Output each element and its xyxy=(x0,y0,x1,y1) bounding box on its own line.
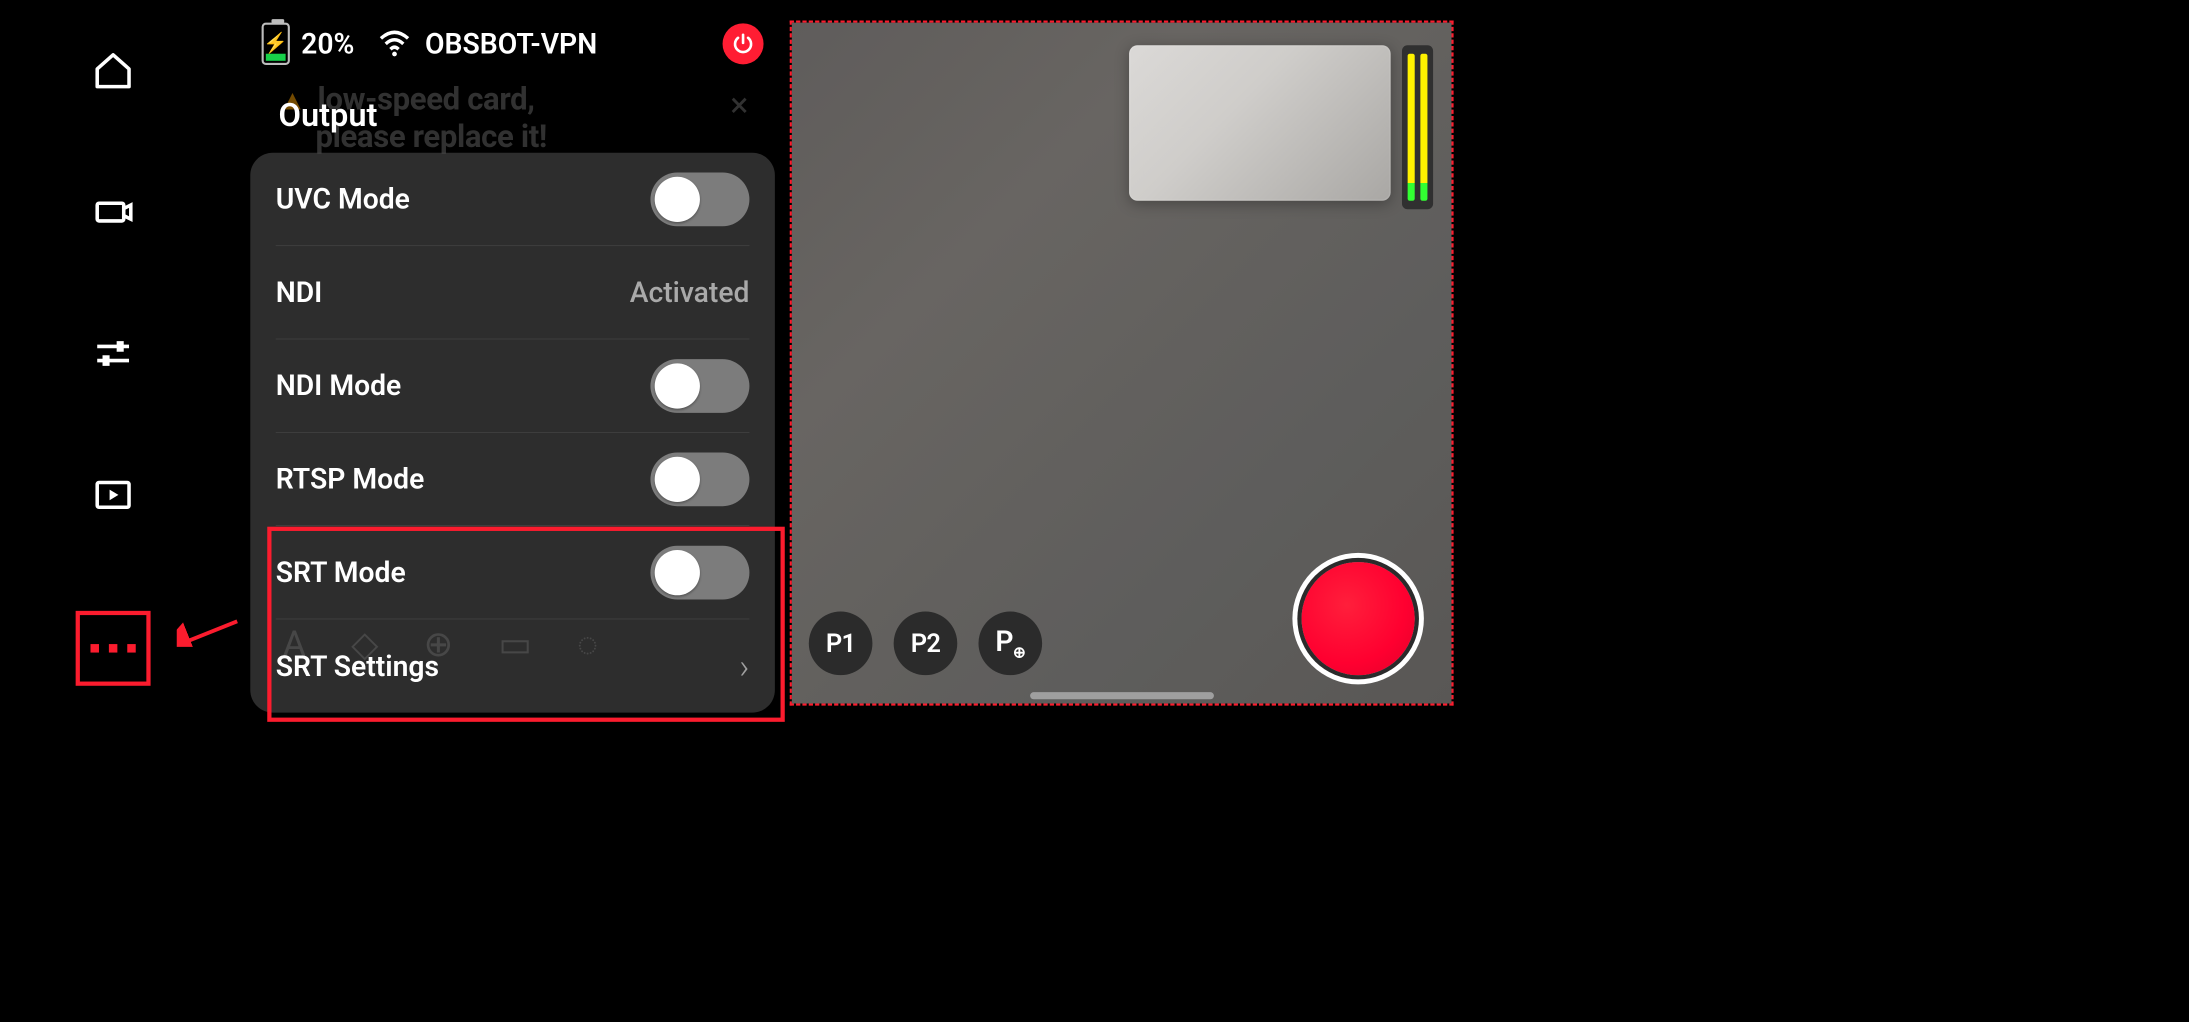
power-button[interactable] xyxy=(723,23,764,64)
home-indicator xyxy=(1030,692,1214,699)
audio-level-meter xyxy=(1402,45,1433,209)
row-label: RTSP Mode xyxy=(276,462,425,495)
output-settings-panel: ⚡ 20% OBSBOT-VPN ▲low-speed card, please… xyxy=(240,17,784,707)
sidebar-camera[interactable] xyxy=(71,170,156,255)
row-label: SRT Settings xyxy=(276,649,439,682)
ndi-status: Activated xyxy=(630,276,750,309)
section-title: Output xyxy=(279,96,785,134)
battery-icon: ⚡ xyxy=(262,23,290,65)
camera-preview[interactable]: P1 P2 P⊕ xyxy=(792,23,1452,704)
preset-2[interactable]: P2 xyxy=(894,612,958,676)
playback-icon xyxy=(92,474,134,516)
sidebar-home[interactable] xyxy=(71,28,156,113)
toggle-rtsp[interactable] xyxy=(650,452,749,506)
wifi-icon xyxy=(378,28,411,61)
chevron-right-icon: › xyxy=(739,646,749,686)
toggle-srt[interactable] xyxy=(650,545,749,599)
row-label: SRT Mode xyxy=(276,556,406,589)
row-label: NDI Mode xyxy=(276,369,401,402)
camera-icon xyxy=(92,191,134,233)
row-rtsp-mode[interactable]: RTSP Mode xyxy=(276,433,750,526)
row-label: NDI xyxy=(276,276,323,309)
home-icon xyxy=(92,49,134,91)
battery-percent: 20% xyxy=(301,27,354,60)
row-uvc-mode[interactable]: UVC Mode xyxy=(276,153,750,246)
row-srt-mode[interactable]: SRT Mode xyxy=(276,526,750,619)
output-card: UVC Mode NDI Activated NDI Mode RTSP Mod… xyxy=(250,153,775,713)
preview-thumbnail[interactable] xyxy=(1129,45,1391,201)
row-srt-settings[interactable]: SRT Settings › xyxy=(276,619,750,712)
row-ndi[interactable]: NDI Activated xyxy=(276,246,750,339)
record-button[interactable] xyxy=(1302,562,1415,675)
sliders-icon xyxy=(92,332,134,374)
status-bar: ⚡ 20% OBSBOT-VPN xyxy=(240,17,784,72)
annotation-arrow xyxy=(177,619,241,647)
preset-add[interactable]: P⊕ xyxy=(978,612,1042,676)
toggle-uvc[interactable] xyxy=(650,172,749,226)
sidebar-playback[interactable] xyxy=(71,452,156,537)
sidebar-sliders[interactable] xyxy=(71,311,156,396)
row-ndi-mode[interactable]: NDI Mode xyxy=(276,339,750,432)
wifi-name: OBSBOT-VPN xyxy=(425,27,597,60)
more-icon xyxy=(90,644,135,652)
preset-1[interactable]: P1 xyxy=(809,612,873,676)
sidebar-more[interactable] xyxy=(76,611,151,686)
toggle-ndi[interactable] xyxy=(650,359,749,413)
row-label: UVC Mode xyxy=(276,182,410,215)
power-icon xyxy=(731,32,755,56)
